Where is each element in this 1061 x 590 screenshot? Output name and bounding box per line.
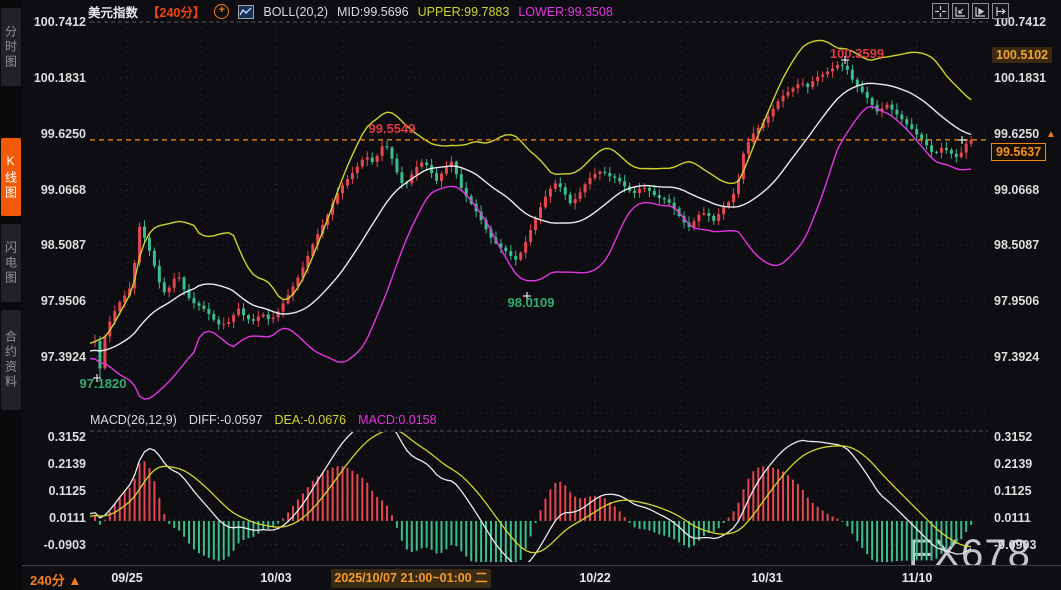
selected-candle-time: 2025/10/07 21:00~01:00 二 (331, 569, 491, 588)
trading-app-window: 分时图 K线图 闪电图 合约资料 美元指数 【240分】 + BOLL(20,2… (0, 0, 1061, 590)
sidebar-tab-kline[interactable]: K线图 (1, 138, 21, 216)
sidebar-tab-contract-info[interactable]: 合约资料 (1, 310, 21, 410)
sidebar-tab-timeshare[interactable]: 分时图 (1, 8, 21, 86)
macd-header: MACD(26,12,9) DIFF:-0.0597 DEA:-0.0676 M… (90, 413, 437, 427)
date-label: 10/03 (246, 571, 306, 585)
time-axis-bar: 240分 ▲ 2025/10/07 21:00~01:00 二 09/25 10/… (22, 565, 1061, 590)
latest-price-arrow-icon[interactable]: ▲ (1046, 129, 1056, 140)
boll-lower-value: LOWER:99.3508 (518, 5, 613, 19)
pan-right-icon[interactable] (992, 3, 1009, 19)
period-tag: 【240分】 (147, 2, 205, 21)
boll-upper-value: UPPER:99.7883 (418, 5, 510, 19)
range-low-annotation: 97.1820 (80, 376, 127, 391)
swing-high-annotation: 99.5549 (369, 121, 416, 136)
macd-dea-value: DEA:-0.0676 (274, 413, 346, 427)
add-indicator-icon[interactable]: + (214, 4, 229, 19)
chart-toolbar (932, 3, 1009, 19)
macd-label: MACD(26,12,9) (90, 413, 177, 427)
date-label: 11/10 (887, 571, 947, 585)
last-price-label: 99.5637 (991, 143, 1046, 161)
boll-mid-value: MID:99.5696 (337, 5, 409, 19)
chart-header: 美元指数 【240分】 + BOLL(20,2) MID:99.5696 UPP… (88, 3, 613, 20)
sidebar: 分时图 K线图 闪电图 合约资料 (0, 0, 22, 590)
axis-zoom-icon[interactable] (952, 3, 969, 19)
swing-low-annotation: 98.0109 (508, 295, 555, 310)
symbol-name: 美元指数 (88, 2, 138, 21)
date-label: 10/31 (737, 571, 797, 585)
macd-hist-value: MACD:0.0158 (358, 413, 437, 427)
period-arrow-icon: ▲ (68, 573, 81, 588)
range-high-annotation: 100.3599 (830, 46, 884, 61)
mini-chart-icon[interactable] (238, 5, 254, 19)
date-label: 09/25 (97, 571, 157, 585)
date-label: 10/22 (565, 571, 625, 585)
axis-play-icon[interactable] (972, 3, 989, 19)
macd-diff-value: DIFF:-0.0597 (189, 413, 263, 427)
period-selector[interactable]: 240分 ▲ (30, 570, 81, 589)
upper-band-high-label: 100.5102 (992, 47, 1052, 63)
boll-label: BOLL(20,2) (263, 5, 328, 19)
crosshair-icon[interactable] (932, 3, 949, 19)
sidebar-tab-lightning[interactable]: 闪电图 (1, 224, 21, 302)
